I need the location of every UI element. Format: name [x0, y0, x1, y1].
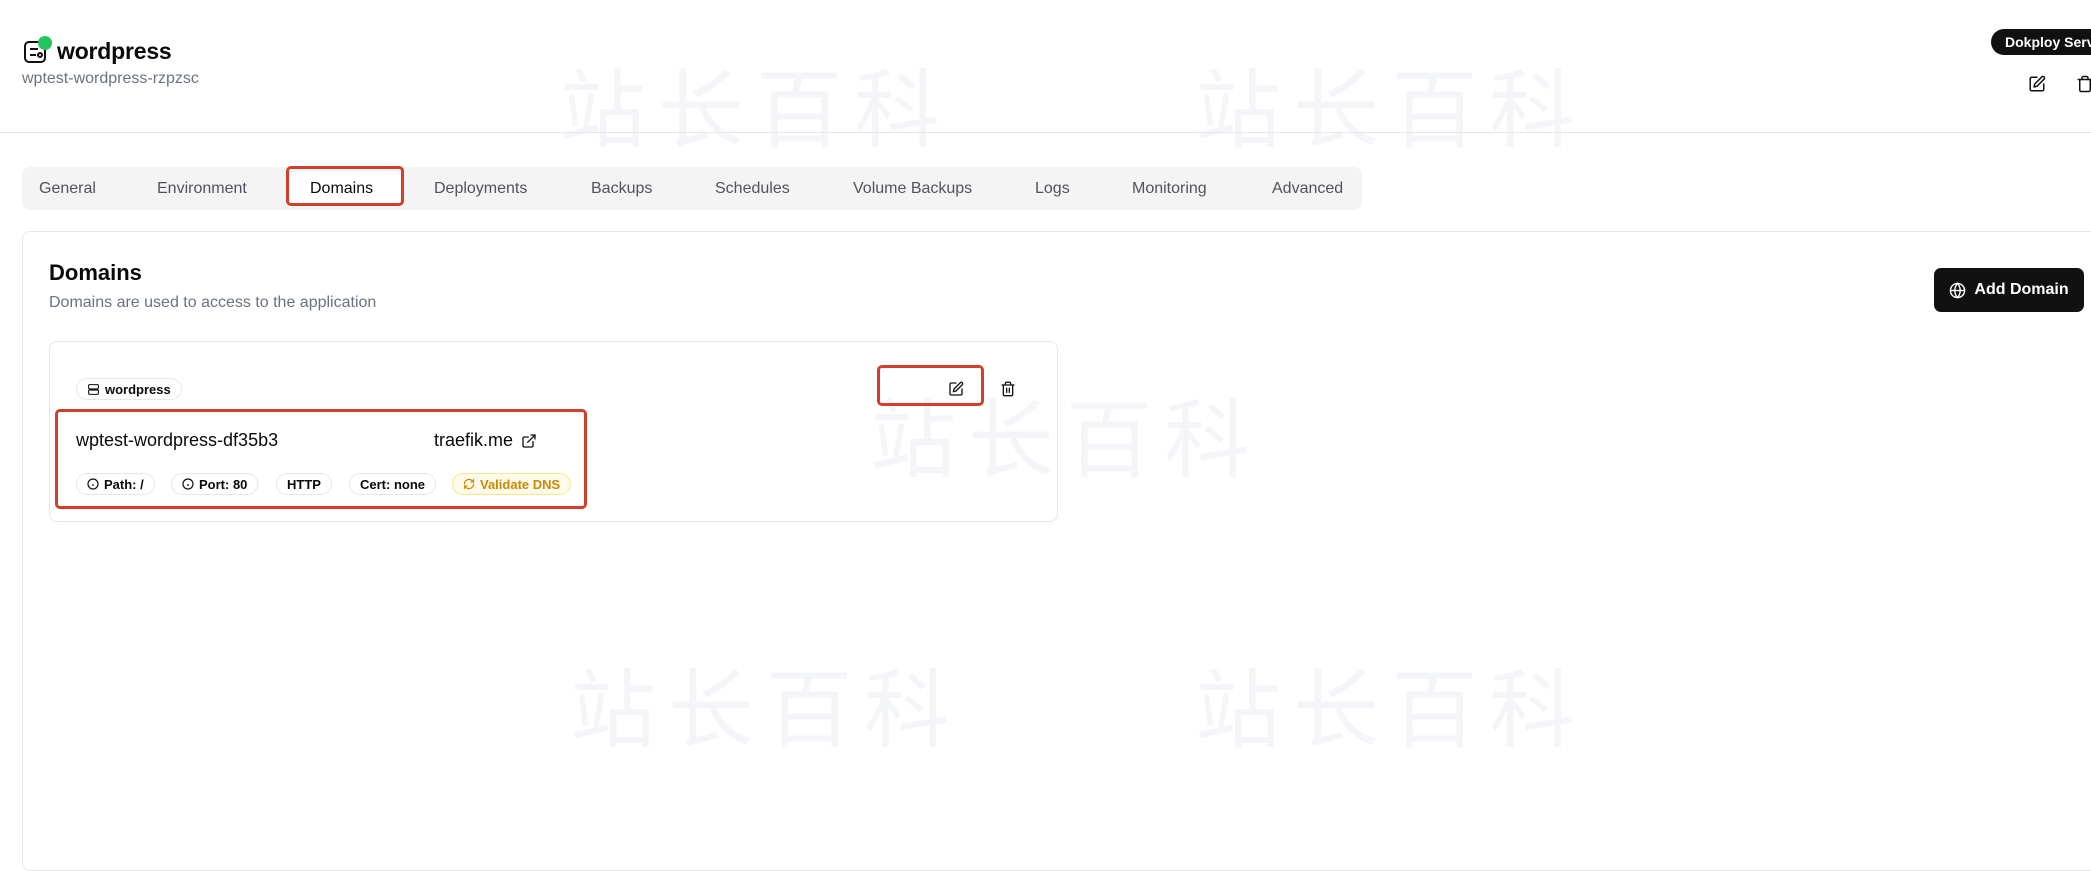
add-domain-button[interactable]: Add Domain — [1934, 268, 2084, 312]
header-divider — [0, 132, 2091, 133]
delete-app-button[interactable] — [2070, 69, 2091, 99]
tab-backups[interactable]: Backups — [591, 167, 652, 210]
section-title: Domains — [49, 260, 142, 285]
app-name-subtitle: wptest-wordpress-rzpzsc — [22, 70, 199, 87]
edit-app-button[interactable] — [2022, 69, 2052, 99]
highlight-box-edit-button — [877, 365, 984, 406]
domains-panel — [22, 231, 2091, 871]
service-chip: wordpress — [76, 378, 182, 400]
server-icon — [88, 383, 99, 395]
tab-environment[interactable]: Environment — [157, 167, 247, 210]
status-indicator — [38, 36, 52, 50]
tab-deployments[interactable]: Deployments — [434, 167, 527, 210]
edit-icon — [2029, 75, 2046, 92]
highlight-box-domains-tab — [286, 166, 404, 206]
tab-volume-backups[interactable]: Volume Backups — [853, 167, 972, 210]
add-domain-label: Add Domain — [1974, 281, 2069, 298]
watermark: 站长百科 — [560, 61, 952, 161]
section-description: Domains are used to access to the applic… — [49, 294, 377, 311]
tab-schedules[interactable]: Schedules — [715, 167, 790, 210]
trash-icon — [2077, 75, 2091, 93]
page-title: wordpress — [57, 38, 172, 64]
service-chip-label: wordpress — [105, 381, 171, 397]
globe-icon — [1950, 281, 1966, 299]
tab-logs[interactable]: Logs — [1035, 167, 1070, 210]
trash-icon — [1001, 381, 1015, 397]
watermark: 站长百科 — [1195, 61, 1587, 161]
highlight-box-domain-details — [55, 409, 587, 509]
tab-general[interactable]: General — [39, 167, 96, 210]
server-badge: Dokploy Server — [1991, 29, 2091, 55]
tab-advanced[interactable]: Advanced — [1272, 167, 1343, 210]
tab-monitoring[interactable]: Monitoring — [1132, 167, 1207, 210]
delete-domain-button[interactable] — [994, 375, 1022, 403]
